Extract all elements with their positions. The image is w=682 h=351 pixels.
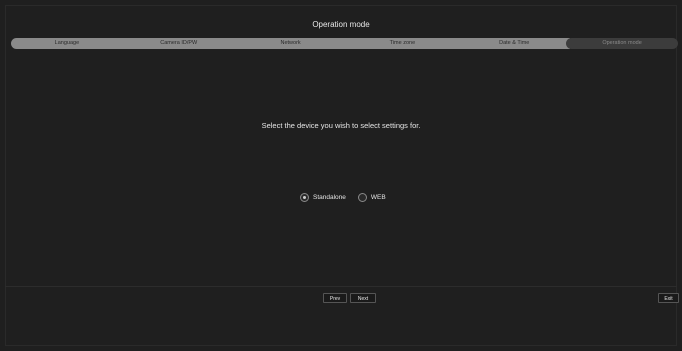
footer-divider (5, 286, 677, 287)
option-standalone-label: Standalone (313, 194, 346, 201)
prev-button[interactable]: Prev (323, 293, 347, 303)
step-time-zone[interactable]: Time zone (346, 38, 459, 49)
step-language[interactable]: Language (11, 38, 123, 49)
option-web[interactable]: WEB (357, 193, 386, 202)
step-network[interactable]: Network (234, 38, 347, 49)
page-title: Operation mode (312, 20, 370, 29)
wizard-steps: Language Camera ID/PW Network Time zone … (11, 38, 678, 49)
option-web-label: WEB (370, 194, 386, 201)
exit-button[interactable]: Exit (658, 293, 679, 303)
operation-mode-options: Standalone WEB (300, 193, 398, 202)
setup-wizard-screen: Operation mode Language Camera ID/PW Net… (0, 0, 682, 351)
step-date-time[interactable]: Date & Time (458, 38, 571, 49)
selection-prompt: Select the device you wish to select set… (261, 121, 421, 130)
step-camera-id-pw[interactable]: Camera ID/PW (122, 38, 235, 49)
option-standalone[interactable]: Standalone (300, 193, 346, 202)
radio-unselected-icon[interactable] (357, 193, 367, 202)
radio-selected-icon[interactable] (300, 193, 309, 202)
next-button[interactable]: Next (350, 293, 376, 303)
radio-dot-icon (303, 196, 306, 199)
step-operation-mode[interactable]: Operation mode (566, 38, 678, 49)
